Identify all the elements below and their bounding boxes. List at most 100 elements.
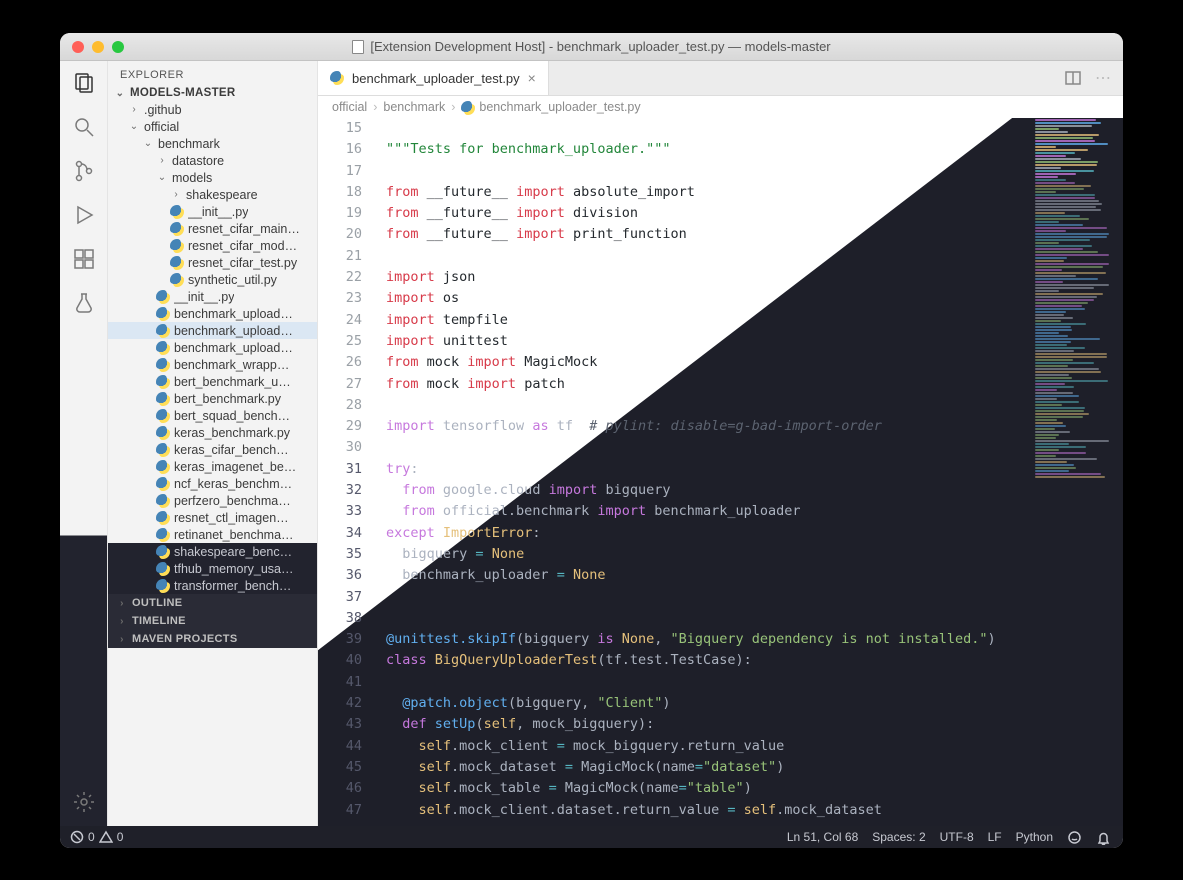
file-row[interactable]: __init__.py bbox=[108, 288, 317, 305]
eol[interactable]: LF bbox=[988, 830, 1002, 844]
code-line[interactable]: import unittest bbox=[386, 331, 1025, 352]
folder-row[interactable]: ›shakespeare bbox=[108, 186, 317, 203]
testing-icon[interactable] bbox=[72, 291, 96, 315]
code-line[interactable]: import json bbox=[386, 267, 1025, 288]
folder-row[interactable]: ⌄benchmark bbox=[108, 135, 317, 152]
sidebar-section-maven-projects[interactable]: ›MAVEN PROJECTS bbox=[108, 630, 317, 648]
python-file-icon bbox=[156, 290, 170, 304]
file-row[interactable]: synthetic_util.py bbox=[108, 271, 317, 288]
folder-row[interactable]: ⌄official bbox=[108, 118, 317, 135]
code-line[interactable]: except ImportError: bbox=[386, 523, 1025, 544]
code-line[interactable] bbox=[386, 608, 1025, 629]
file-row[interactable]: keras_benchmark.py bbox=[108, 424, 317, 441]
breadcrumb[interactable]: official › benchmark › benchmark_uploade… bbox=[318, 96, 1123, 118]
file-row[interactable]: shakespeare_benc… bbox=[108, 543, 317, 560]
code-line[interactable]: from __future__ import absolute_import bbox=[386, 182, 1025, 203]
file-row[interactable]: retinanet_benchma… bbox=[108, 526, 317, 543]
code-line[interactable] bbox=[386, 118, 1025, 139]
sidebar-section-outline[interactable]: ›OUTLINE bbox=[108, 594, 317, 612]
code-line[interactable] bbox=[386, 161, 1025, 182]
indentation[interactable]: Spaces: 2 bbox=[872, 830, 925, 844]
code-line[interactable] bbox=[386, 437, 1025, 458]
code-line[interactable]: import tempfile bbox=[386, 310, 1025, 331]
minimap[interactable] bbox=[1031, 118, 1123, 826]
file-row[interactable]: resnet_cifar_main… bbox=[108, 220, 317, 237]
tab-benchmark-uploader-test[interactable]: benchmark_uploader_test.py × bbox=[318, 61, 549, 95]
code-line[interactable]: @patch.object(bigquery, "Client") bbox=[386, 693, 1025, 714]
file-row[interactable]: benchmark_upload… bbox=[108, 322, 317, 339]
file-row[interactable]: keras_cifar_bench… bbox=[108, 441, 317, 458]
file-row[interactable]: resnet_ctl_imagen… bbox=[108, 509, 317, 526]
code-line[interactable]: bigquery = None bbox=[386, 544, 1025, 565]
code-line[interactable]: def setUp(self, mock_bigquery): bbox=[386, 714, 1025, 735]
language-mode[interactable]: Python bbox=[1016, 830, 1053, 844]
code-line[interactable]: from __future__ import division bbox=[386, 203, 1025, 224]
explorer-icon[interactable] bbox=[72, 71, 96, 95]
file-row[interactable]: benchmark_upload… bbox=[108, 305, 317, 322]
python-file-icon bbox=[170, 256, 184, 270]
sidebar-section-timeline[interactable]: ›TIMELINE bbox=[108, 612, 317, 630]
code-line[interactable]: import os bbox=[386, 288, 1025, 309]
titlebar[interactable]: [Extension Development Host] - benchmark… bbox=[60, 33, 1123, 61]
bell-icon[interactable] bbox=[1096, 830, 1111, 845]
code-line[interactable]: class BigQueryUploaderTest(tf.test.TestC… bbox=[386, 650, 1025, 671]
file-row[interactable]: benchmark_wrapp… bbox=[108, 356, 317, 373]
split-editor-icon[interactable] bbox=[1065, 70, 1081, 86]
encoding[interactable]: UTF-8 bbox=[940, 830, 974, 844]
code-line[interactable]: from mock import MagicMock bbox=[386, 352, 1025, 373]
code-line[interactable]: self.mock_client = mock_bigquery.return_… bbox=[386, 736, 1025, 757]
run-debug-icon[interactable] bbox=[72, 203, 96, 227]
file-row[interactable]: keras_imagenet_be… bbox=[108, 458, 317, 475]
code-line[interactable]: """Tests for benchmark_uploader.""" bbox=[386, 139, 1025, 160]
close-window-button[interactable] bbox=[72, 41, 84, 53]
code-line[interactable]: from mock import patch bbox=[386, 374, 1025, 395]
search-icon[interactable] bbox=[72, 115, 96, 139]
code-line[interactable]: self.mock_dataset = MagicMock(name="data… bbox=[386, 757, 1025, 778]
file-row[interactable]: perfzero_benchma… bbox=[108, 492, 317, 509]
code-editor[interactable]: 1516171819202122232425262728293031323334… bbox=[318, 118, 1123, 826]
settings-gear-icon[interactable] bbox=[72, 790, 96, 814]
file-row[interactable]: bert_benchmark.py bbox=[108, 390, 317, 407]
file-row[interactable]: bert_squad_bench… bbox=[108, 407, 317, 424]
code-line[interactable]: import tensorflow as tf # pylint: disabl… bbox=[386, 416, 1025, 437]
source-control-icon[interactable] bbox=[72, 159, 96, 183]
code-lines[interactable]: """Tests for benchmark_uploader."""from … bbox=[386, 118, 1025, 821]
close-tab-icon[interactable]: × bbox=[528, 70, 536, 86]
code-line[interactable] bbox=[386, 587, 1025, 608]
code-line[interactable] bbox=[386, 395, 1025, 416]
file-row[interactable]: resnet_cifar_mod… bbox=[108, 237, 317, 254]
breadcrumb-seg[interactable]: benchmark_uploader_test.py bbox=[479, 100, 640, 114]
code-line[interactable]: try: bbox=[386, 459, 1025, 480]
minimize-window-button[interactable] bbox=[92, 41, 104, 53]
code-line[interactable]: self.mock_client.dataset.return_value = … bbox=[386, 800, 1025, 821]
folder-row[interactable]: ›datastore bbox=[108, 152, 317, 169]
code-line[interactable]: from __future__ import print_function bbox=[386, 224, 1025, 245]
file-row[interactable]: bert_benchmark_u… bbox=[108, 373, 317, 390]
code-line[interactable]: benchmark_uploader = None bbox=[386, 565, 1025, 586]
maximize-window-button[interactable] bbox=[112, 41, 124, 53]
code-line[interactable]: self.mock_table = MagicMock(name="table"… bbox=[386, 778, 1025, 799]
file-row[interactable]: ncf_keras_benchm… bbox=[108, 475, 317, 492]
file-row[interactable]: __init__.py bbox=[108, 203, 317, 220]
workspace-root[interactable]: ⌄ MODELS-MASTER bbox=[108, 85, 317, 101]
problems-indicator[interactable]: 0 0 bbox=[70, 830, 123, 844]
code-line[interactable]: from official.benchmark import benchmark… bbox=[386, 501, 1025, 522]
more-actions-icon[interactable]: ⋯ bbox=[1095, 68, 1111, 88]
file-row[interactable]: resnet_cifar_test.py bbox=[108, 254, 317, 271]
code-line[interactable]: from google.cloud import bigquery bbox=[386, 480, 1025, 501]
cursor-position[interactable]: Ln 51, Col 68 bbox=[787, 830, 858, 844]
breadcrumb-seg[interactable]: official bbox=[332, 100, 367, 114]
extensions-icon[interactable] bbox=[72, 247, 96, 271]
file-row[interactable]: transformer_bench… bbox=[108, 577, 317, 594]
python-file-icon bbox=[156, 528, 170, 542]
breadcrumb-seg[interactable]: benchmark bbox=[383, 100, 445, 114]
code-line[interactable]: @unittest.skipIf(bigquery is None, "Bigq… bbox=[386, 629, 1025, 650]
folder-row[interactable]: ⌄models bbox=[108, 169, 317, 186]
file-row[interactable]: benchmark_upload… bbox=[108, 339, 317, 356]
code-line[interactable] bbox=[386, 246, 1025, 267]
file-row[interactable]: tfhub_memory_usa… bbox=[108, 560, 317, 577]
code-line[interactable] bbox=[386, 672, 1025, 693]
activity-bar bbox=[60, 61, 108, 826]
feedback-icon[interactable] bbox=[1067, 830, 1082, 845]
folder-row[interactable]: ›.github bbox=[108, 101, 317, 118]
